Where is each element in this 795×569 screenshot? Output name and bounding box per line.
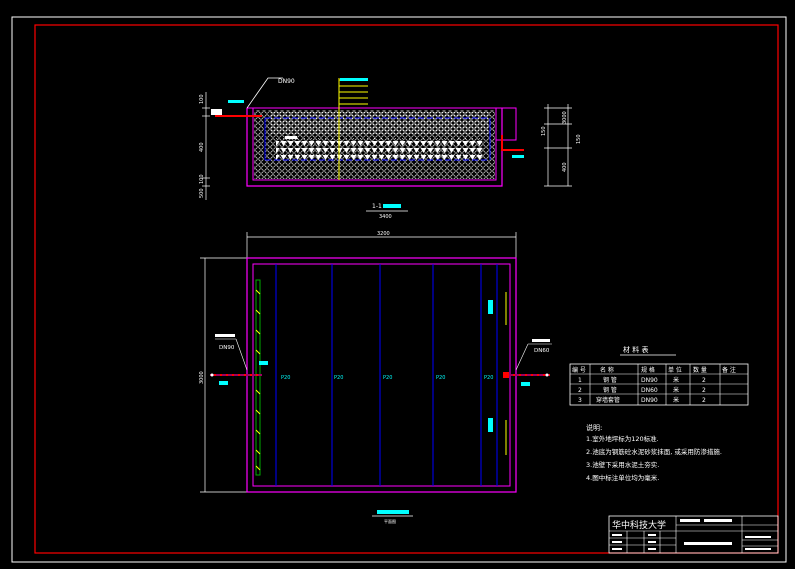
sheet-outer-border [11, 16, 787, 563]
dim-right-4: 150 [576, 134, 582, 144]
inlet-end [210, 373, 214, 377]
table-row-3-qty: 2 [702, 397, 706, 404]
riser-label-bar [340, 78, 368, 81]
hdr-note: 备 注 [722, 366, 736, 374]
note-1: 1.室外地坪标为120标准. [586, 434, 659, 443]
planting-layer [276, 138, 484, 160]
dim-left-2: 400 [199, 142, 205, 152]
hdr-no: 编 号 [572, 366, 586, 374]
section-title: 1-1 [372, 203, 382, 210]
table-row-2-name: 钢 管 [603, 386, 617, 394]
table-row-3-no: 3 [578, 397, 582, 404]
plan-title-bar [377, 510, 409, 514]
channel-label-2: P20 [334, 375, 343, 381]
plan-height-dim: 3000 [199, 371, 205, 384]
table-row-1-name: 钢 管 [603, 376, 617, 384]
outlet-flange [503, 372, 509, 378]
plan-title: 平面图 [384, 518, 396, 524]
dim-left-4: 500 [199, 188, 205, 198]
left-diffuser [255, 279, 261, 476]
outlet-chamber [496, 107, 517, 141]
channel-label-1: P20 [281, 375, 290, 381]
right-pipe-label-bar [532, 339, 550, 342]
right-pipe-label: DN60 [534, 348, 550, 354]
table-row-1-unit: 米 [673, 376, 679, 384]
water-level-mark [285, 136, 297, 139]
left-level-mark-2 [219, 381, 228, 385]
plan-width-dim: 3200 [377, 231, 390, 237]
left-pipe-label: DN90 [219, 345, 235, 351]
dim-right-1: 3000 [562, 111, 568, 124]
dim-right-3: 400 [562, 162, 568, 172]
table-row-2-unit: 米 [673, 386, 679, 394]
hdr-unit: 单 位 [668, 366, 682, 374]
left-pipe-label-bar [215, 334, 235, 337]
tb-sheet-a [745, 536, 771, 538]
table-row-1-spec: DN90 [641, 377, 658, 384]
materials-table: 材 料 表 编 号 名 称 规 格 单 位 数 量 备 注 1 钢 管 DN90… [569, 345, 749, 406]
left-pipe-leader [235, 338, 248, 371]
sand-layer [270, 112, 490, 134]
hdr-qty: 数 量 [693, 366, 707, 374]
outlet-level-mark [512, 155, 524, 158]
dim-left-1: 100 [199, 94, 205, 104]
left-level-mark [259, 361, 268, 365]
inlet-flange [211, 109, 222, 115]
cad-drawing-canvas: DN90 100 400 100 500 3000 150 400 150 1-… [11, 16, 787, 563]
tb-label-a [680, 519, 700, 522]
right-level-mark [521, 382, 530, 386]
note-4: 4.图中标注单位均为毫米. [586, 473, 659, 482]
table-row-2-spec: DN60 [641, 387, 658, 394]
section-inlet-label: DN90 [278, 78, 295, 85]
university-name: 华中科技大学 [612, 519, 666, 531]
dim-right-2: 150 [541, 126, 547, 136]
table-row-3-unit: 米 [673, 396, 679, 404]
plan-view: 3200 3000 DN90 DN60 P20 P20 P20 P20 P20 … [199, 231, 552, 524]
inlet-level-mark [228, 100, 244, 103]
riser-leaders [339, 79, 368, 105]
collector-mark-bottom [488, 418, 493, 432]
right-pipe-leader [515, 343, 529, 371]
table-row-2-qty: 2 [702, 387, 706, 394]
outlet-end [545, 373, 549, 377]
section-title-scale-bar [383, 204, 401, 208]
tb-label-b [704, 519, 732, 522]
section-view: DN90 100 400 100 500 3000 150 400 150 1-… [199, 77, 582, 220]
sheet-frame [34, 24, 779, 554]
channel-label-4: P20 [436, 375, 445, 381]
hdr-name: 名 称 [600, 366, 614, 374]
notes: 说明: 1.室外地坪标为120标准. 2.池底为钢筋砼水泥砂浆抹面, 或采用防渗… [586, 423, 722, 482]
section-outlet-pipe [501, 135, 524, 151]
table-row-3-spec: DN90 [641, 397, 658, 404]
table-row-3-name: 穿墙套管 [596, 396, 620, 404]
table-row-1-qty: 2 [702, 377, 706, 384]
notes-title: 说明: [586, 423, 602, 432]
section-total-dim: 3400 [379, 214, 392, 220]
channel-label-5: P20 [484, 375, 493, 381]
title-block: 华中科技大学 [608, 515, 779, 554]
tb-sheet-b [745, 548, 771, 550]
tb-project-name [684, 542, 732, 545]
note-2: 2.池底为钢筋砼水泥砂浆抹面, 或采用防渗措施. [586, 447, 722, 456]
table-row-1-no: 1 [578, 377, 582, 384]
plan-inner-wall [252, 263, 511, 487]
collector-mark-top [488, 300, 493, 314]
note-3: 3.池壁下采用水泥土夯实. [586, 460, 659, 469]
channel-label-3: P20 [383, 375, 392, 381]
materials-table-title: 材 料 表 [623, 345, 648, 354]
tb-cells [612, 534, 656, 550]
hdr-spec: 规 格 [641, 366, 655, 374]
table-row-2-no: 2 [578, 387, 582, 394]
dim-left-3: 100 [199, 174, 205, 184]
